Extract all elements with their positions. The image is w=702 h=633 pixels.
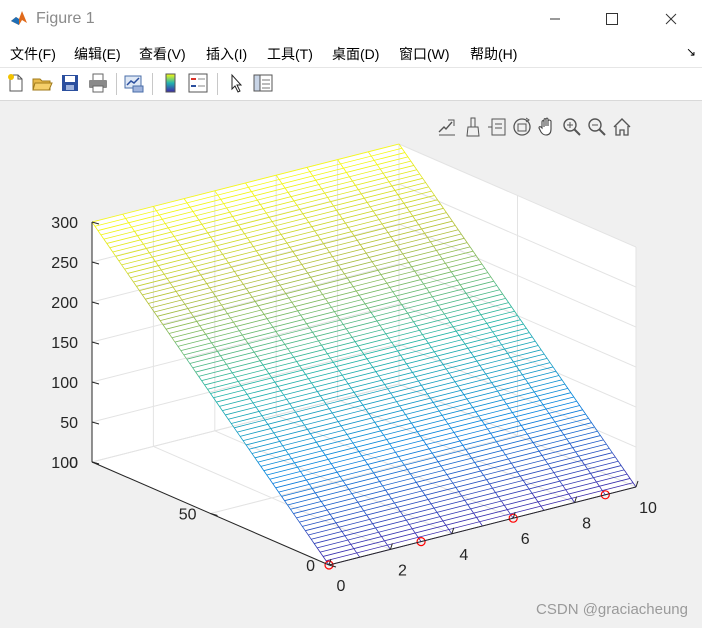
menu-help[interactable]: 帮助(H) (470, 44, 517, 64)
x-tick-label: 10 (639, 500, 657, 517)
menu-file[interactable]: 文件(F) (10, 44, 56, 64)
x-tick-label: 8 (582, 516, 591, 533)
toolbar-separator (152, 73, 153, 95)
z-tick-label: 0 (69, 455, 78, 472)
x-tick-label: 0 (337, 578, 346, 595)
z-tick-label: 200 (51, 295, 78, 312)
matlab-logo-icon (10, 9, 28, 27)
x-tick-label: 4 (459, 547, 468, 564)
menu-view[interactable]: 查看(V) (139, 44, 186, 64)
watermark: CSDN @graciacheung (536, 601, 688, 618)
brush-icon[interactable] (462, 116, 484, 138)
close-icon (665, 13, 677, 25)
menu-insert[interactable]: 插入(I) (206, 44, 247, 64)
minimize-icon (550, 18, 560, 20)
z-tick-label: 300 (51, 215, 78, 232)
link-plot-icon[interactable] (123, 72, 145, 94)
toolbar-separator (217, 73, 218, 95)
y-tick-label: 50 (179, 507, 197, 524)
zoom-in-icon[interactable] (561, 116, 583, 138)
menu-tools[interactable]: 工具(T) (267, 44, 313, 64)
open-file-icon[interactable] (31, 72, 53, 94)
home-icon[interactable] (611, 116, 633, 138)
pan-icon[interactable] (536, 116, 558, 138)
data-tips-icon[interactable] (486, 116, 508, 138)
toolbar (0, 68, 702, 101)
surface-plot[interactable]: 0246810050100050100150200250300 (0, 101, 702, 628)
maximize-icon (606, 13, 618, 25)
legend-icon[interactable] (187, 72, 209, 94)
z-tick-label: 100 (51, 375, 78, 392)
minimize-button[interactable] (532, 0, 578, 38)
z-tick-label: 250 (51, 255, 78, 272)
dock-arrow-icon[interactable]: ↘ (686, 45, 696, 59)
figure-canvas: 0 2 4 6 8 10 0 50 100 0 50 100 150 200 250 300 (0, 101, 702, 628)
menu-bar: 文件(F) 编辑(E) 查看(V) 插入(I) 工具(T) 桌面(D) 窗口(W… (0, 38, 702, 68)
menu-window[interactable]: 窗口(W) (399, 44, 450, 64)
toolbar-separator (116, 73, 117, 95)
colorbar-icon[interactable] (160, 72, 182, 94)
save-icon[interactable] (59, 72, 81, 94)
rotate-3d-icon[interactable] (511, 116, 533, 138)
window-title: Figure 1 (36, 10, 95, 27)
y-tick-label: 0 (306, 558, 315, 575)
export-icon[interactable] (436, 116, 458, 138)
property-inspector-icon[interactable] (252, 72, 274, 94)
z-tick-label: 150 (51, 335, 78, 352)
title-bar: Figure 1 (0, 0, 702, 38)
x-tick-label: 6 (521, 531, 530, 548)
zoom-out-icon[interactable] (586, 116, 608, 138)
edit-plot-icon[interactable] (226, 72, 248, 94)
figure-window: Figure 1 文件(F) 编辑(E) 查看(V) 插入(I) 工具(T) 桌… (0, 0, 702, 628)
menu-edit[interactable]: 编辑(E) (74, 44, 121, 64)
z-tick-label: 50 (60, 415, 78, 432)
menu-desktop[interactable]: 桌面(D) (332, 44, 379, 64)
x-tick-label: 2 (398, 562, 407, 579)
maximize-button[interactable] (589, 0, 635, 38)
new-figure-icon[interactable] (5, 72, 27, 94)
close-button[interactable] (648, 0, 694, 38)
print-icon[interactable] (87, 72, 109, 94)
